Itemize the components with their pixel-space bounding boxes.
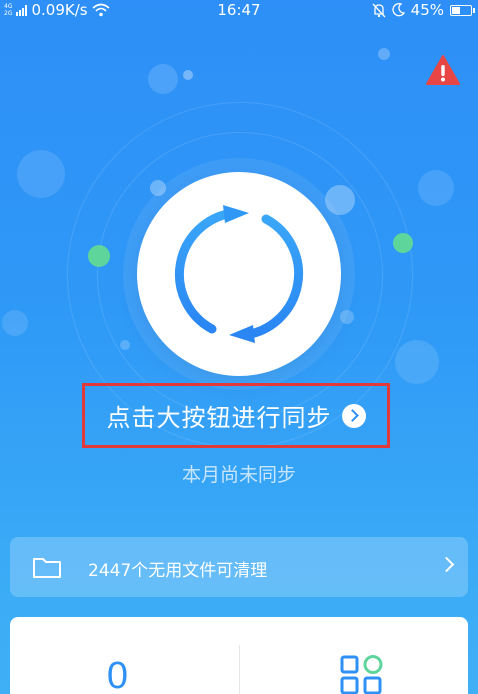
battery-fill	[452, 6, 460, 14]
sync-icon	[174, 205, 304, 343]
sync-button[interactable]	[137, 172, 341, 376]
card-divider	[239, 645, 240, 694]
green-bubble	[393, 233, 413, 253]
background-bubble	[395, 340, 439, 384]
sync-cta[interactable]: 点击大按钮进行同步	[82, 383, 390, 448]
moon-icon	[392, 3, 405, 17]
folder-icon	[33, 558, 61, 578]
bell-off-icon	[372, 3, 386, 17]
sync-cta-label: 点击大按钮进行同步	[106, 404, 332, 432]
background-bubble	[148, 64, 178, 94]
background-bubble	[418, 170, 454, 206]
warning-icon[interactable]	[425, 54, 461, 86]
chevron-right-icon	[341, 403, 366, 428]
background-bubble	[17, 150, 65, 198]
green-bubble	[88, 245, 110, 267]
battery-percent: 45%	[410, 1, 444, 19]
status-right: 45%	[372, 1, 475, 19]
apps-icon[interactable]	[340, 655, 384, 694]
stat-count[interactable]: 0	[10, 655, 225, 694]
cleanup-bar[interactable]: 2447个无用文件可清理	[10, 537, 468, 597]
background-bubble	[340, 310, 354, 324]
status-bar: 4G 2G 0.09K/s 16:47 45%	[0, 0, 478, 22]
sync-screen: 4G 2G 0.09K/s 16:47 45% 点击大按钮进行同步 本月尚未同步…	[0, 0, 478, 694]
battery-icon	[450, 4, 475, 16]
background-bubble	[120, 340, 130, 350]
background-bubble	[2, 310, 28, 336]
background-bubble	[378, 48, 390, 60]
stats-card: 0	[10, 617, 468, 694]
sync-status-text: 本月尚未同步	[181, 464, 296, 486]
cleanup-text: 2447个无用文件可清理	[88, 561, 268, 581]
chevron-right-icon	[438, 556, 455, 573]
background-bubble	[183, 70, 193, 80]
